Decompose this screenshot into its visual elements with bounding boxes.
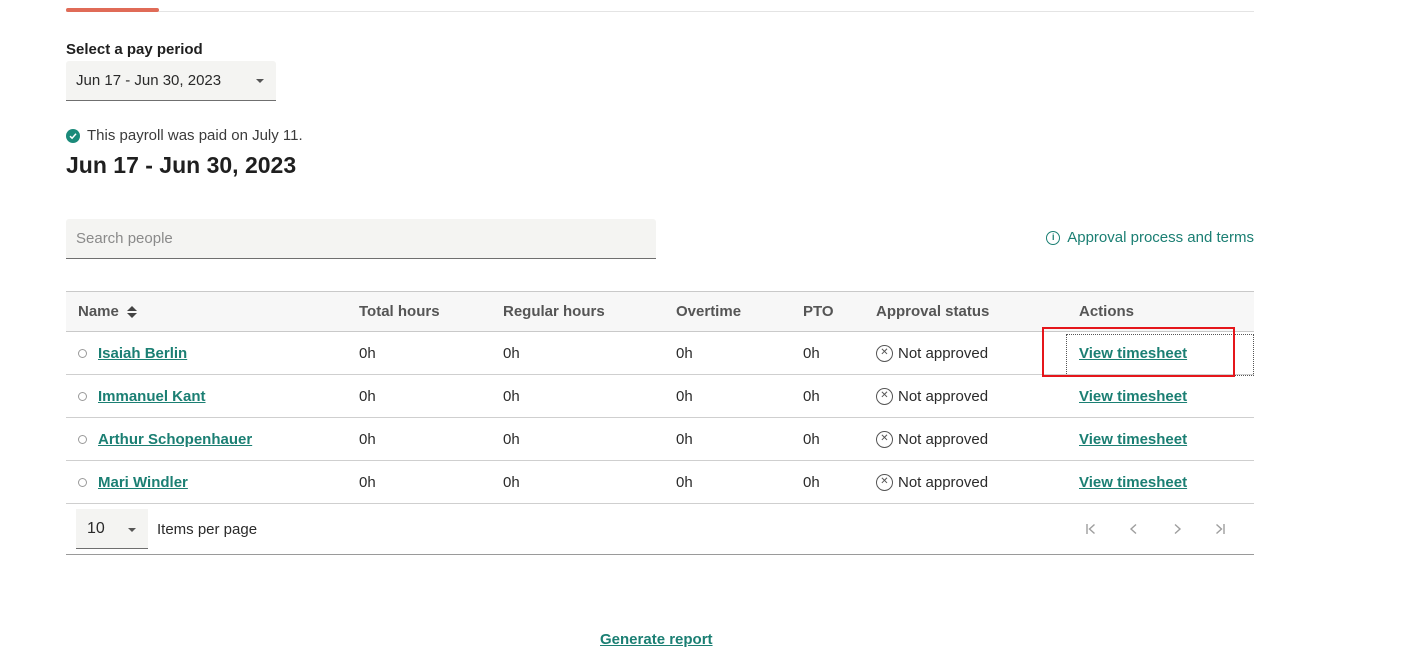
paid-status-note: This payroll was paid on July 11. [66, 127, 303, 144]
approval-status-text: Not approved [898, 344, 989, 362]
pay-period-label: Select a pay period [66, 41, 203, 58]
regular-hours-cell: 0h [503, 387, 520, 405]
column-header-name[interactable]: Name [66, 303, 347, 320]
view-timesheet-link[interactable]: View timesheet [1079, 431, 1187, 448]
table-row: Isaiah Berlin 0h 0h 0h 0h ✕ Not approved … [66, 332, 1254, 375]
pto-cell: 0h [803, 344, 820, 362]
x-circle-icon: ✕ [876, 430, 893, 448]
row-select-radio[interactable] [78, 348, 87, 358]
x-circle-icon: ✕ [876, 344, 893, 362]
items-per-page-value: 10 [87, 519, 105, 537]
payroll-page: Select a pay period Jun 17 - Jun 30, 202… [0, 0, 1414, 656]
column-header-pto: PTO [803, 303, 834, 320]
previous-page-icon[interactable] [1122, 517, 1146, 541]
chevron-down-icon [256, 79, 264, 83]
pto-cell: 0h [803, 473, 820, 491]
table-row: Arthur Schopenhauer 0h 0h 0h 0h ✕ Not app… [66, 418, 1254, 461]
table-row: Immanuel Kant 0h 0h 0h 0h ✕ Not approved … [66, 375, 1254, 418]
tab-divider [66, 11, 1254, 12]
overtime-cell: 0h [676, 344, 693, 362]
items-per-page-label: Items per page [157, 520, 258, 538]
next-page-icon[interactable] [1165, 517, 1189, 541]
total-hours-cell: 0h [359, 473, 376, 491]
paid-note-text: This payroll was paid on July 11. [87, 127, 303, 144]
check-circle-icon [66, 128, 80, 143]
view-timesheet-link[interactable]: View timesheet [1079, 345, 1187, 362]
pagination-nav [1079, 517, 1232, 541]
chevron-down-icon [128, 528, 136, 532]
x-circle-icon: ✕ [876, 473, 893, 491]
table-row: Mari Windler 0h 0h 0h 0h ✕ Not approved V… [66, 461, 1254, 504]
total-hours-cell: 0h [359, 344, 376, 362]
regular-hours-cell: 0h [503, 430, 520, 448]
column-header-overtime: Overtime [676, 303, 742, 320]
total-hours-cell: 0h [359, 387, 376, 405]
person-link[interactable]: Mari Windler [98, 474, 188, 491]
row-select-radio[interactable] [78, 477, 87, 487]
view-timesheet-link[interactable]: View timesheet [1079, 388, 1187, 405]
pay-period-value: Jun 17 - Jun 30, 2023 [76, 72, 222, 89]
approval-link-label: Approval process and terms [1067, 229, 1254, 246]
row-select-radio[interactable] [78, 391, 87, 401]
overtime-cell: 0h [676, 387, 693, 405]
items-per-page-select[interactable]: 10 [76, 509, 148, 549]
active-tab-indicator [66, 8, 159, 12]
column-header-total-hours: Total hours [359, 303, 440, 320]
last-page-icon[interactable] [1208, 517, 1232, 541]
overtime-cell: 0h [676, 473, 693, 491]
pagination-bar: 10 Items per page [66, 504, 1254, 555]
approval-process-link[interactable]: i Approval process and terms [1046, 229, 1254, 246]
sort-icon[interactable] [126, 305, 137, 318]
search-input[interactable] [66, 219, 656, 259]
x-circle-icon: ✕ [876, 387, 893, 405]
regular-hours-cell: 0h [503, 473, 520, 491]
pay-period-select[interactable]: Jun 17 - Jun 30, 2023 [66, 61, 276, 101]
table-header: Name Total hours Regular hours Overtime … [66, 291, 1254, 332]
person-link[interactable]: Immanuel Kant [98, 388, 206, 405]
timesheet-table: Name Total hours Regular hours Overtime … [66, 291, 1254, 555]
generate-report-link[interactable]: Generate report [600, 631, 713, 648]
column-header-approval-status: Approval status [876, 303, 990, 320]
row-select-radio[interactable] [78, 434, 87, 444]
total-hours-cell: 0h [359, 430, 376, 448]
column-header-regular-hours: Regular hours [503, 303, 605, 320]
column-header-actions: Actions [1079, 303, 1135, 320]
regular-hours-cell: 0h [503, 344, 520, 362]
approval-status-text: Not approved [898, 430, 989, 448]
pto-cell: 0h [803, 387, 820, 405]
overtime-cell: 0h [676, 430, 693, 448]
view-timesheet-link[interactable]: View timesheet [1079, 474, 1187, 491]
person-link[interactable]: Isaiah Berlin [98, 345, 187, 362]
pto-cell: 0h [803, 430, 820, 448]
info-icon: i [1046, 230, 1061, 245]
first-page-icon[interactable] [1079, 517, 1103, 541]
page-title: Jun 17 - Jun 30, 2023 [66, 152, 297, 178]
approval-status-text: Not approved [898, 473, 989, 491]
approval-status-text: Not approved [898, 387, 989, 405]
person-link[interactable]: Arthur Schopenhauer [98, 431, 252, 448]
